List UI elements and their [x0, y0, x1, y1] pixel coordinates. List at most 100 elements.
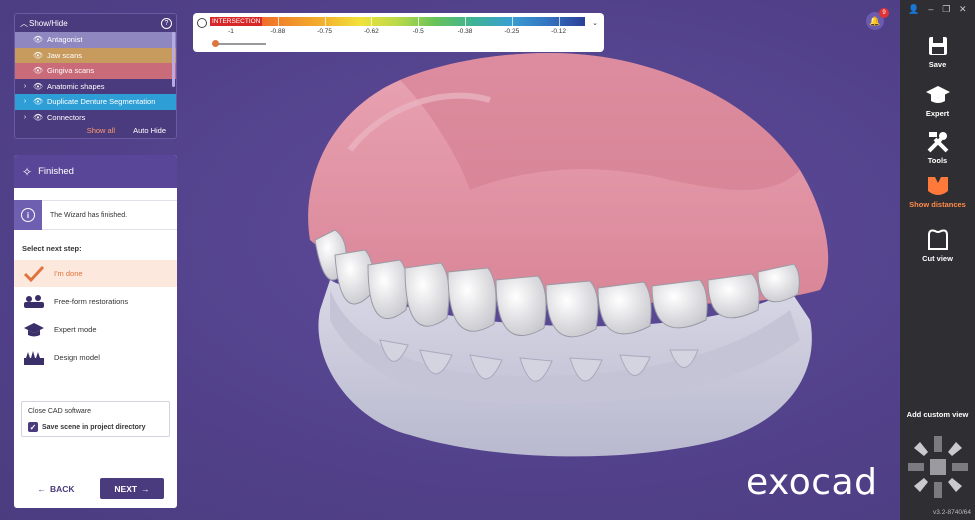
expand-arrow-icon[interactable]: ›	[19, 114, 31, 121]
next-button[interactable]: NEXT →	[100, 478, 164, 499]
eye-icon[interactable]: 👁	[31, 66, 45, 75]
eye-icon[interactable]: 👁	[31, 113, 45, 122]
option-label: Design model	[54, 353, 100, 362]
expand-arrow-icon[interactable]: ›	[19, 98, 31, 105]
eye-icon[interactable]: 👁	[31, 51, 45, 60]
graduation-cap-icon	[925, 81, 951, 109]
visibility-row-label: Anatomic shapes	[47, 81, 105, 91]
color-scale-bar[interactable]	[210, 17, 585, 26]
window-controls: 👤 – ❐ ✕	[900, 4, 975, 15]
distance-color-scale: INTERSECTION -1 -0.88 -0.75 -0.62 -0.5 -0.38 -…	[193, 13, 604, 52]
free-form-icon	[14, 294, 54, 310]
scale-tick-label: -0.75	[317, 28, 333, 35]
visibility-row[interactable]: 👁 Gingiva scans	[15, 63, 176, 79]
expert-tool-button[interactable]: Expert	[900, 81, 975, 118]
threshold-slider-track[interactable]	[214, 43, 266, 45]
help-icon[interactable]: ?	[161, 17, 172, 29]
visibility-row[interactable]: 👁 Antagonist	[15, 32, 176, 48]
visibility-row-label: Gingiva scans	[47, 66, 95, 76]
intersection-label: INTERSECTION	[210, 17, 263, 26]
show-distances-icon	[925, 172, 951, 200]
tools-tool-label: Tools	[927, 156, 948, 165]
save-scene-label: Save scene in project directory	[42, 423, 146, 431]
magic-wand-icon: ✧	[22, 164, 33, 179]
scale-tick-label: -0.5	[412, 28, 424, 35]
eye-icon[interactable]: 👁	[31, 82, 45, 91]
wizard-panel: ✧ Finished i The Wizard has finished. Se…	[14, 155, 177, 508]
wizard-title: Finished	[38, 166, 74, 177]
version-label: v3.2-8740/64	[933, 509, 971, 516]
visibility-header-label: Show/Hide	[29, 18, 68, 28]
visibility-scrollbar[interactable]	[172, 32, 175, 87]
threshold-slider-knob[interactable]	[212, 40, 219, 47]
wizard-header: ✧ Finished	[14, 155, 177, 188]
show-distances-tool-button[interactable]: Show distances	[900, 172, 975, 209]
save-scene-checkbox[interactable]: ✓ Save scene in project directory	[28, 422, 146, 432]
expand-arrow-icon[interactable]: ›	[19, 83, 31, 90]
denture-3d-model[interactable]	[290, 40, 850, 480]
chevron-up-icon[interactable]: ︿	[19, 18, 29, 29]
close-cad-title: Close CAD software	[28, 408, 92, 415]
visibility-header[interactable]: ︿ Show/Hide ?	[15, 14, 176, 32]
visibility-row-label: Connectors	[47, 112, 86, 122]
eye-icon[interactable]: 👁	[31, 35, 45, 44]
next-button-label: NEXT	[114, 483, 138, 494]
visibility-row[interactable]: › 👁 Connectors	[15, 109, 176, 125]
save-icon	[927, 32, 949, 60]
notification-badge: 9	[879, 8, 889, 18]
scale-tick-label: -1	[228, 28, 234, 35]
visibility-row-label: Duplicate Denture Segmentation	[47, 97, 156, 107]
checkbox-checked-icon[interactable]: ✓	[28, 422, 38, 432]
scale-tick-label: -0.88	[270, 28, 286, 35]
tools-icon	[926, 128, 950, 156]
restore-icon[interactable]: ❐	[942, 4, 950, 15]
cut-view-label: Cut view	[922, 254, 953, 263]
exocad-logo: exocad	[746, 462, 878, 503]
graduation-cap-icon	[14, 322, 54, 338]
option-design-model[interactable]: Design model	[14, 344, 177, 371]
close-icon[interactable]: ✕	[959, 4, 967, 15]
visibility-row-label: Jaw scans	[47, 50, 83, 60]
checkmark-icon	[14, 265, 54, 283]
scale-tick	[371, 17, 373, 26]
add-custom-view-button[interactable]: Add custom view	[900, 410, 975, 419]
visibility-row[interactable]: › 👁 Anatomic shapes	[15, 78, 176, 94]
user-icon[interactable]: 👤	[908, 4, 919, 15]
cut-view-tool-button[interactable]: Cut view	[900, 226, 975, 263]
eye-icon[interactable]: 👁	[31, 97, 45, 106]
expert-tool-label: Expert	[925, 109, 950, 118]
show-all-button[interactable]: Show all	[87, 126, 115, 135]
scale-tick-label: -0.62	[363, 28, 379, 35]
auto-hide-button[interactable]: Auto Hide	[133, 126, 166, 135]
scale-tick-label: -0.25	[504, 28, 520, 35]
save-tool-label: Save	[928, 60, 947, 69]
option-label: Expert mode	[54, 325, 97, 334]
show-distances-label: Show distances	[909, 200, 966, 209]
back-button[interactable]: ← BACK	[26, 478, 86, 499]
visibility-row[interactable]: › 👁 Duplicate Denture Segmentation	[15, 94, 176, 110]
visibility-row-label: Antagonist	[47, 35, 83, 45]
visibility-row[interactable]: 👁 Jaw scans	[15, 47, 176, 63]
view-navigation-cube-icon[interactable]	[906, 434, 970, 500]
scale-tick-label: -0.38	[457, 28, 473, 35]
arrow-right-icon: →	[141, 483, 150, 494]
wizard-message: i The Wizard has finished.	[14, 200, 177, 230]
option-label: I'm done	[54, 269, 83, 278]
scale-tick	[324, 17, 326, 26]
design-model-icon	[14, 349, 54, 367]
next-step-label: Select next step:	[22, 244, 82, 253]
option-expert-mode[interactable]: Expert mode	[14, 316, 177, 343]
option-free-form-restorations[interactable]: Free-form restorations	[14, 288, 177, 315]
chevron-down-icon[interactable]: ⌄	[592, 19, 598, 27]
wizard-message-text: The Wizard has finished.	[50, 211, 128, 219]
scale-tick	[558, 17, 560, 26]
tools-tool-button[interactable]: Tools	[900, 128, 975, 165]
save-tool-button[interactable]: Save	[900, 32, 975, 69]
close-cad-box: Close CAD software ✓ Save scene in proje…	[21, 401, 170, 437]
arrow-left-icon: ←	[37, 483, 46, 494]
cut-view-icon	[925, 226, 951, 254]
notification-bell-icon[interactable]: 🔔 9	[866, 8, 889, 30]
minimize-icon[interactable]: –	[928, 4, 933, 15]
gauge-icon[interactable]	[197, 18, 207, 28]
option-im-done[interactable]: I'm done	[14, 260, 177, 287]
